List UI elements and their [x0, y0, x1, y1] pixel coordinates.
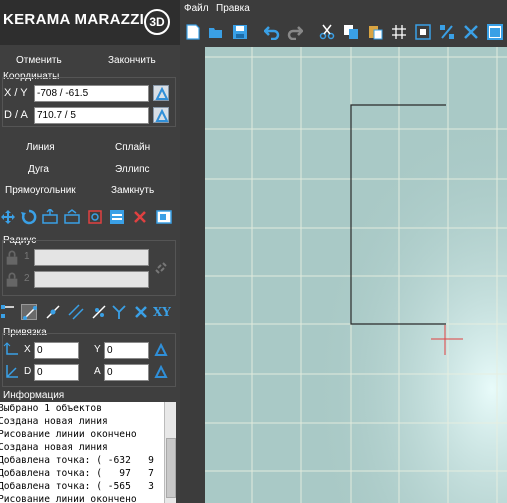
info-title: Информация [3, 390, 65, 401]
info-line: Добавлена точка: ( -565 3 [0, 481, 154, 492]
menu-file[interactable]: Файл [184, 3, 209, 14]
mirror-icon[interactable] [87, 209, 103, 225]
snap-da-apply-button[interactable] [153, 364, 169, 380]
snap-d-label: D [24, 366, 32, 377]
snap-y-field[interactable]: 0 [104, 342, 149, 359]
copy-dimensions-icon[interactable] [109, 209, 125, 225]
info-line: Создана новая линия [0, 416, 108, 427]
main-toolbar [180, 17, 507, 47]
spline-tool-button[interactable]: Сплайн [115, 142, 150, 153]
save-icon[interactable] [232, 24, 248, 40]
redo-icon[interactable] [287, 24, 304, 41]
triangle-icon [155, 87, 169, 100]
snap-parallel-icon[interactable] [68, 304, 84, 320]
brand-logo: KERAMA MARAZZI [3, 11, 145, 28]
arc-tool-button[interactable]: Дуга [28, 164, 49, 175]
da-label: D / A [4, 109, 28, 121]
copy-icon[interactable] [343, 24, 359, 40]
xy-field[interactable]: -708 / -61.5 [34, 85, 149, 102]
properties-icon[interactable] [156, 209, 172, 225]
snap-tangent-icon[interactable] [91, 304, 107, 320]
da-field[interactable]: 710.7 / 5 [34, 107, 149, 124]
xy-apply-button[interactable] [153, 85, 169, 101]
radius-field-1[interactable] [34, 249, 149, 266]
insert-segment-icon[interactable] [64, 209, 80, 225]
drawing-canvas[interactable] [205, 47, 507, 503]
snap-xy-apply-button[interactable] [153, 342, 169, 358]
info-line: Добавлена точка: ( -632 9 [0, 455, 154, 466]
undo-icon[interactable] [263, 24, 280, 41]
lock-icon [4, 250, 18, 265]
menu-bar: Файл Правка [180, 0, 507, 17]
insert-point-icon[interactable] [42, 207, 58, 225]
line-tool-button[interactable]: Линия [26, 142, 55, 153]
snap-tools-row: XY [0, 304, 180, 324]
open-folder-icon[interactable] [208, 24, 224, 40]
window-icon[interactable] [487, 24, 503, 40]
triangle-icon [155, 109, 169, 122]
snap-endpoint-icon[interactable] [0, 304, 16, 320]
info-line: Добавлена точка: ( 97 7 [0, 468, 154, 479]
undo-button[interactable]: Отменить [16, 55, 62, 66]
snap-group [2, 333, 176, 387]
radius-field-2[interactable] [34, 271, 149, 288]
info-line: Создана новая линия [0, 442, 108, 453]
snap-a-label: A [94, 366, 101, 377]
info-line: Выбрано 1 объектов [0, 403, 102, 414]
link-chain-icon[interactable] [153, 260, 169, 276]
snap-midpoint-icon[interactable] [45, 304, 61, 320]
snap-y-label: Y [94, 344, 101, 355]
scrollbar-thumb[interactable] [166, 438, 176, 498]
rectangle-tool-button[interactable]: Прямоугольник [5, 185, 76, 196]
snap-a-field[interactable]: 0 [104, 364, 149, 381]
snap-line-icon[interactable] [21, 304, 37, 320]
da-apply-button[interactable] [153, 107, 169, 123]
percent-icon[interactable] [439, 24, 455, 40]
info-line: Рисование линии окончено [0, 429, 137, 440]
snap-angle-icon[interactable] [111, 304, 127, 320]
new-file-icon[interactable] [185, 24, 201, 40]
paste-icon[interactable] [367, 24, 383, 40]
menu-edit[interactable]: Правка [216, 3, 250, 14]
snap-x-label: X [24, 344, 31, 355]
zoom-fit-icon[interactable] [415, 24, 431, 40]
xy-label: X / Y [4, 87, 28, 99]
vertical-ruler [180, 47, 205, 503]
info-line: Рисование линии окончено [0, 494, 137, 503]
radius-row2-num: 2 [24, 273, 30, 284]
cut-icon[interactable] [319, 24, 335, 40]
brand-3d-badge: 3D [144, 9, 170, 35]
close-shape-button[interactable]: Замкнуть [111, 185, 154, 196]
finish-button[interactable]: Закончить [108, 55, 156, 66]
edit-tools-row [0, 207, 180, 229]
canvas-grid [205, 47, 507, 503]
brand-header: KERAMA MARAZZI 3D [0, 0, 180, 45]
lock-icon [4, 272, 18, 287]
snap-xy-axis-icon [3, 342, 19, 358]
snap-x-field[interactable]: 0 [34, 342, 79, 359]
triangle-icon [154, 365, 168, 378]
radius-row1-num: 1 [24, 251, 30, 262]
close-icon[interactable] [463, 24, 479, 40]
delete-icon[interactable] [132, 209, 148, 225]
triangle-icon [154, 343, 168, 356]
snap-angle-axis-icon [3, 364, 19, 380]
info-log: Выбрано 1 объектов Создана новая линия Р… [0, 402, 164, 503]
info-scrollbar[interactable] [164, 402, 176, 503]
move-icon[interactable] [0, 209, 16, 225]
grid-icon[interactable] [391, 24, 407, 40]
snap-xy-tool[interactable]: XY [153, 304, 173, 320]
snap-d-field[interactable]: 0 [34, 364, 79, 381]
rotate-icon[interactable] [21, 209, 37, 225]
ellipse-tool-button[interactable]: Эллипс [115, 164, 150, 175]
snap-cancel-icon[interactable] [133, 304, 149, 320]
